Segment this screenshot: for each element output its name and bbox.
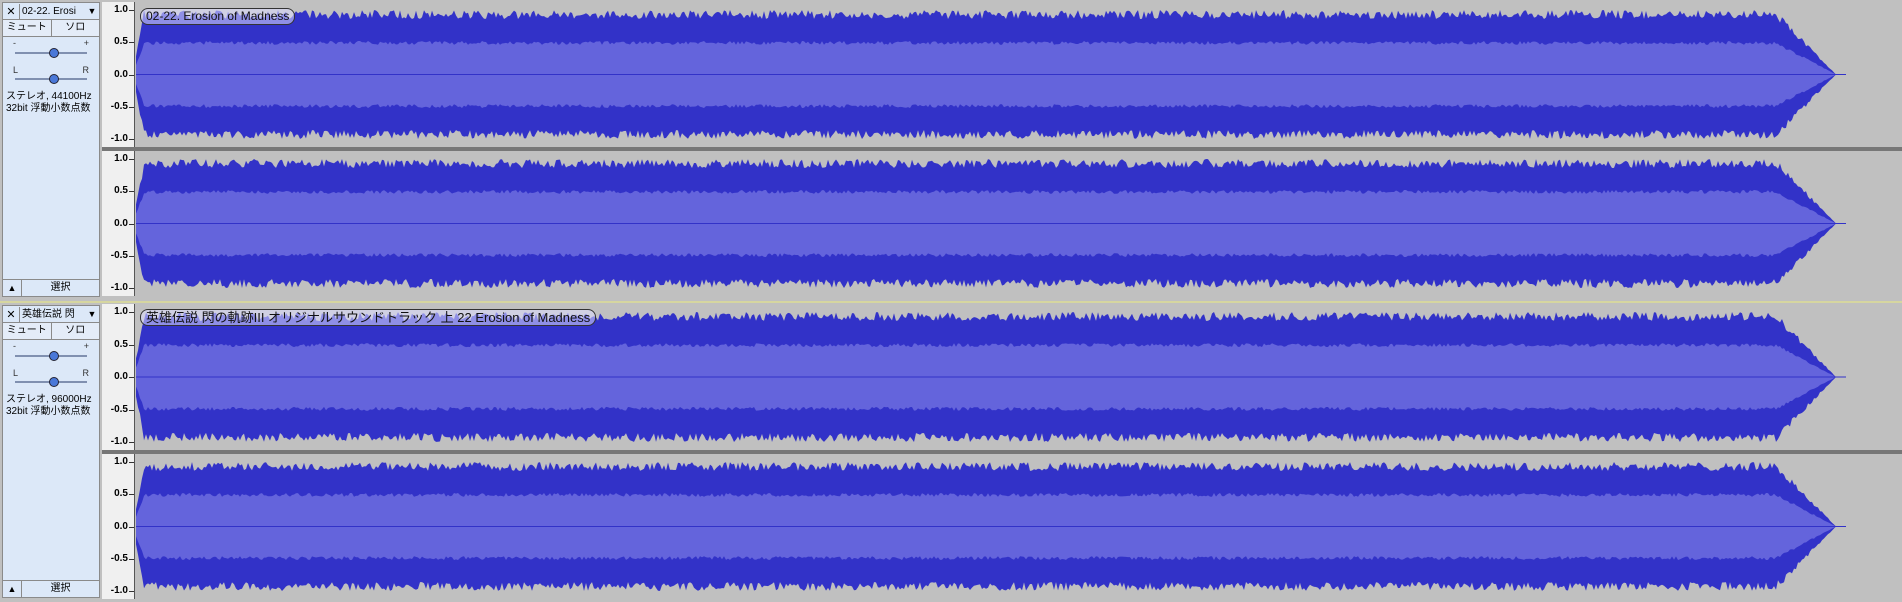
waveform-channel-right[interactable]: [136, 151, 1902, 296]
sample-rate-text: ステレオ, 44100Hz: [6, 91, 92, 102]
amplitude-tick-mark: [129, 409, 134, 411]
sample-rate-text: ステレオ, 96000Hz: [6, 394, 92, 405]
pan-slider-thumb[interactable]: [49, 74, 59, 84]
bit-depth-text: 32bit 浮動小数点数: [6, 103, 91, 114]
pan-slider[interactable]: L R: [3, 63, 99, 89]
gain-plus-label: +: [83, 38, 89, 48]
pan-left-label: L: [13, 368, 19, 378]
amplitude-tick-label: 1.0: [114, 4, 128, 15]
track-name-menu[interactable]: 英雄伝説 閃: [20, 307, 85, 322]
amplitude-tick-mark: [129, 191, 134, 193]
gain-minus-label: -: [13, 341, 16, 351]
amplitude-tick-label: -1.0: [110, 282, 128, 293]
track-name-menu[interactable]: 02-22. Erosi: [20, 4, 85, 19]
amplitude-tick-mark: [129, 139, 134, 140]
collapse-up-icon: ▲: [7, 283, 17, 293]
pan-left-label: L: [13, 65, 19, 75]
track-control-panel: ✕ 02-22. Erosi ▼ ミュート ソロ - + L R ステレオ, 4…: [2, 2, 100, 297]
amplitude-tick-mark: [129, 255, 134, 257]
amplitude-tick-mark: [129, 223, 134, 225]
amplitude-tick-label: 0.0: [114, 68, 128, 80]
amplitude-tick-label: -1.0: [110, 133, 128, 144]
gain-slider-thumb[interactable]: [49, 48, 59, 58]
pan-right-label: R: [82, 65, 90, 75]
amplitude-tick-mark: [129, 312, 134, 313]
amplitude-tick-label: 0.0: [114, 520, 128, 532]
amplitude-tick-mark: [129, 159, 134, 160]
track-control-panel: ✕ 英雄伝説 閃 ▼ ミュート ソロ - + L R ステレオ, 96000Hz…: [2, 305, 100, 598]
gain-slider-thumb[interactable]: [49, 351, 59, 361]
amplitude-tick-mark: [129, 377, 134, 378]
amplitude-tick-mark: [129, 106, 134, 108]
clip-name-label[interactable]: 英雄伝説 閃の軌跡III オリジナルサウンドトラック 上 22 Erosion …: [140, 309, 597, 326]
amplitude-tick-label: 0.0: [114, 371, 128, 382]
amplitude-tick-label: 0.0: [114, 217, 128, 229]
waveform-svg: [136, 10, 1846, 139]
collapse-up-icon: ▲: [7, 584, 17, 594]
collapse-track-button[interactable]: ▲: [3, 581, 22, 597]
waveform-channel-left[interactable]: [136, 2, 1902, 147]
amplitude-tick-label: 1.0: [114, 306, 128, 317]
track-info: ステレオ, 96000Hz 32bit 浮動小数点数: [3, 392, 99, 420]
solo-button[interactable]: ソロ: [51, 20, 99, 36]
amplitude-tick-mark: [129, 74, 134, 76]
mute-button[interactable]: ミュート: [3, 323, 52, 339]
track-menu-dropdown[interactable]: ▼: [85, 6, 99, 16]
amplitude-tick-label: 0.5: [114, 338, 128, 350]
amplitude-tick-label: 0.5: [114, 185, 128, 197]
amplitude-tick-label: -0.5: [110, 100, 128, 112]
amplitude-tick-mark: [129, 344, 134, 346]
amplitude-tick-mark: [129, 10, 134, 11]
waveform-svg: [136, 159, 1846, 288]
amplitude-ruler-ch2: 1.0 0.5 0.0 -0.5 -1.0: [102, 151, 135, 296]
waveform-channel-right[interactable]: [136, 454, 1902, 599]
gain-plus-label: +: [83, 341, 89, 351]
amplitude-tick-mark: [129, 526, 134, 528]
amplitude-tick-label: -1.0: [110, 436, 128, 447]
amplitude-tick-mark: [129, 591, 134, 592]
amplitude-tick-label: 1.0: [114, 456, 128, 467]
close-icon: ✕: [6, 308, 16, 321]
solo-button[interactable]: ソロ: [51, 323, 99, 339]
pan-slider-thumb[interactable]: [49, 377, 59, 387]
close-icon: ✕: [6, 5, 16, 18]
collapse-track-button[interactable]: ▲: [3, 280, 22, 296]
amplitude-tick-mark: [129, 494, 134, 496]
amplitude-tick-mark: [129, 42, 134, 44]
amplitude-tick-label: -0.5: [110, 249, 128, 261]
amplitude-tick-label: -0.5: [110, 403, 128, 415]
gain-slider[interactable]: - +: [3, 37, 99, 63]
audio-track-1[interactable]: ✕ 02-22. Erosi ▼ ミュート ソロ - + L R ステレオ, 4…: [0, 0, 1902, 299]
amplitude-tick-label: 0.5: [114, 488, 128, 500]
amplitude-ruler-ch1: 1.0 0.5 0.0 -0.5 -1.0: [102, 2, 135, 147]
track-menu-dropdown[interactable]: ▼: [85, 309, 99, 319]
amplitude-ruler-ch2: 1.0 0.5 0.0 -0.5 -1.0: [102, 454, 135, 599]
select-track-button[interactable]: 選択: [22, 581, 99, 597]
bit-depth-text: 32bit 浮動小数点数: [6, 406, 91, 417]
amplitude-tick-mark: [129, 288, 134, 289]
amplitude-tick-label: -1.0: [110, 585, 128, 596]
pan-slider[interactable]: L R: [3, 366, 99, 392]
chevron-down-icon: ▼: [87, 309, 97, 319]
waveform-svg: [136, 462, 1846, 591]
amplitude-ruler-ch1: 1.0 0.5 0.0 -0.5 -1.0: [102, 304, 135, 450]
audio-track-2[interactable]: ✕ 英雄伝説 閃 ▼ ミュート ソロ - + L R ステレオ, 96000Hz…: [0, 301, 1902, 602]
gain-slider[interactable]: - +: [3, 340, 99, 366]
close-track-button[interactable]: ✕: [3, 3, 20, 19]
amplitude-tick-mark: [129, 558, 134, 560]
close-track-button[interactable]: ✕: [3, 306, 20, 322]
gain-minus-label: -: [13, 38, 16, 48]
track-info: ステレオ, 44100Hz 32bit 浮動小数点数: [3, 89, 99, 117]
chevron-down-icon: ▼: [87, 6, 97, 16]
amplitude-tick-label: 1.0: [114, 153, 128, 164]
select-track-button[interactable]: 選択: [22, 280, 99, 296]
amplitude-tick-label: -0.5: [110, 552, 128, 564]
amplitude-tick-mark: [129, 462, 134, 463]
mute-button[interactable]: ミュート: [3, 20, 52, 36]
clip-name-label[interactable]: 02-22. Erosion of Madness: [140, 8, 296, 25]
pan-right-label: R: [82, 368, 90, 378]
amplitude-tick-label: 0.5: [114, 36, 128, 48]
amplitude-tick-mark: [129, 442, 134, 443]
